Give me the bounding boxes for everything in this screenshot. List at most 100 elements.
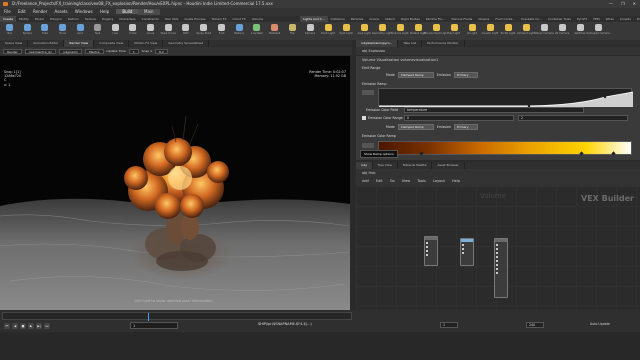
net-menu-go[interactable]: Go xyxy=(390,179,395,183)
tab-render-view[interactable]: Render View xyxy=(64,40,95,47)
shelf-tool-button[interactable]: Spray Paint xyxy=(196,24,211,40)
stop-button[interactable]: ■ xyxy=(20,323,26,329)
shelf-tool-button[interactable]: L-System xyxy=(251,24,263,40)
left-shelf-tab[interactable]: Hair Utils xyxy=(162,16,182,22)
right-shelf-tab[interactable]: Crowds xyxy=(617,16,634,22)
shelf-tool-button[interactable]: Sphere xyxy=(22,24,34,40)
right-shelf-tab[interactable]: FEM xyxy=(590,16,602,22)
tab-tree-view[interactable]: Tree View xyxy=(373,162,398,169)
shelf-tool-button[interactable]: Distant Light xyxy=(410,24,426,40)
right-shelf-tab[interactable]: Particle Flu... xyxy=(423,16,448,22)
net-menu-tools[interactable]: Tools xyxy=(417,179,426,183)
tab-motion-fx-view[interactable]: Motion FX View xyxy=(129,40,164,47)
emission-float-ramp[interactable] xyxy=(378,88,634,108)
auto-update-toggle[interactable]: Auto Update xyxy=(590,322,610,326)
ramp-options-button[interactable] xyxy=(362,90,374,95)
color-range-checkbox[interactable] xyxy=(362,116,366,120)
shelf-tool-button[interactable]: Camera xyxy=(304,24,316,40)
right-shelf-tab[interactable]: Lights and C... xyxy=(300,16,328,22)
jump-start-button[interactable]: ⏮ xyxy=(4,323,10,329)
shelf-tool-button[interactable]: Spot Light xyxy=(339,24,353,40)
tab-take-list[interactable]: Take List xyxy=(398,40,423,47)
shelf-tool-button[interactable]: Line xyxy=(109,24,121,40)
shelf-tool-button[interactable]: Geometry Light xyxy=(372,24,392,40)
right-shelf-tab[interactable]: Vellum xyxy=(382,16,398,22)
render-button[interactable]: Render xyxy=(3,48,22,54)
color-field-input[interactable]: temperature xyxy=(404,107,584,113)
shelf-tool-button[interactable]: Ambient Light xyxy=(517,24,535,40)
shelf-tool-button[interactable]: Volume Light xyxy=(392,24,408,40)
net-menu-edit[interactable]: Edit xyxy=(376,179,383,183)
shelf-tool-button[interactable]: GI Light xyxy=(466,24,478,40)
tab-composite-view[interactable]: Composite View xyxy=(94,40,130,47)
shelf-tool-button[interactable]: Area Light xyxy=(357,24,371,40)
right-shelf-tab[interactable]: PyroFX xyxy=(574,16,590,22)
right-shelf-tab[interactable]: Rigid Bodies xyxy=(398,16,423,22)
main-shelf-selector[interactable]: Main xyxy=(138,9,160,15)
right-shelf-tab[interactable]: Particles xyxy=(348,16,367,22)
net-menu-add[interactable]: Add xyxy=(362,179,369,183)
left-shelf-tab[interactable]: Rigging xyxy=(99,16,116,22)
menu-edit[interactable]: Edit xyxy=(18,9,26,14)
emission-menu[interactable]: Primary xyxy=(453,72,478,78)
shelf-tool-button[interactable]: Gamepad Camera xyxy=(586,24,610,40)
left-shelf-tab[interactable]: Characters xyxy=(116,16,138,22)
shelf-tool-button[interactable]: Environment Light xyxy=(424,24,448,40)
menu-help[interactable]: Help xyxy=(100,9,109,14)
tab-performance-monitor[interactable]: Performance Monitor xyxy=(422,40,465,47)
right-shelf-tab[interactable]: Grains xyxy=(366,16,382,22)
current-frame-marker[interactable] xyxy=(148,313,149,321)
maximize-button[interactable]: ❐ xyxy=(621,0,625,8)
render-viewport[interactable]: Snap 1[1] 1286x720 C x: 1 Render Time: 0… xyxy=(0,56,350,310)
right-shelf-tab[interactable]: Viscous Fluids xyxy=(448,16,475,22)
vop-output-node[interactable] xyxy=(494,238,508,298)
current-frame-field[interactable]: 1 xyxy=(130,322,178,329)
shelf-tool-button[interactable]: Path xyxy=(180,24,192,40)
shelf-tool-button[interactable]: Circle xyxy=(127,24,139,40)
close-button[interactable]: ✕ xyxy=(633,0,636,8)
shelf-tool-button[interactable]: Sky Light xyxy=(448,24,460,40)
shelf-tool-button[interactable]: Font xyxy=(216,24,228,40)
shelf-tool-button[interactable]: VR Camera xyxy=(555,24,569,40)
right-shelf-tab[interactable]: Fluid Conta... xyxy=(492,16,518,22)
right-shelf-tab[interactable]: Collisions xyxy=(328,16,348,22)
color-ramp-options-button[interactable] xyxy=(362,143,374,148)
snap-field[interactable]: 8.2 xyxy=(155,48,168,54)
tab-obj-network[interactable]: /obj xyxy=(356,162,373,169)
shelf-tool-button[interactable]: Metaball xyxy=(269,24,281,40)
update-time-field[interactable]: 1 xyxy=(128,48,139,54)
left-shelf-tab[interactable]: Volume xyxy=(249,16,266,22)
right-shelf-tab[interactable]: Wires xyxy=(603,16,617,22)
menu-render[interactable]: Render xyxy=(33,9,47,14)
tab-geometry-spreadsheet[interactable]: Geometry Spreadsheet xyxy=(163,40,210,47)
step-forward-button[interactable]: ▶| xyxy=(36,323,42,329)
left-shelf-tab[interactable]: Constraints xyxy=(139,16,162,22)
tab-asset-browser[interactable]: Asset Browser xyxy=(432,162,465,169)
shelf-tool-button[interactable]: Box xyxy=(4,24,16,40)
minimize-button[interactable]: — xyxy=(609,0,613,8)
camera-menu[interactable]: /obj/cam1 xyxy=(59,48,82,54)
color-range-max[interactable]: 2 xyxy=(518,115,628,121)
desktop-build-selector[interactable]: Build xyxy=(116,9,139,14)
network-path-bar[interactable]: obj Hub xyxy=(356,169,640,177)
right-shelf-tab[interactable]: Drive Simu... xyxy=(634,16,640,22)
tab-parameters[interactable]: /obj/explosion/pyro... xyxy=(356,40,399,47)
color-range-min[interactable]: 0 xyxy=(404,115,514,121)
shelf-tool-button[interactable]: Draw Curve xyxy=(161,24,176,40)
right-shelf-tab[interactable]: Oceans xyxy=(475,16,492,22)
left-shelf-tab[interactable]: Modify xyxy=(16,16,32,22)
shelf-tool-button[interactable]: Caustic Light xyxy=(482,24,498,40)
left-shelf-tab[interactable]: Guide Process xyxy=(181,16,208,22)
emission-color-ramp[interactable] xyxy=(378,141,632,155)
shelf-tool-button[interactable]: Null xyxy=(92,24,104,40)
shelf-tool-button[interactable]: Platonic xyxy=(233,24,245,40)
left-shelf-tab[interactable]: Model xyxy=(32,16,47,22)
menu-file[interactable]: File xyxy=(4,9,11,14)
vop-node[interactable] xyxy=(460,238,474,266)
network-editor-canvas[interactable]: VEX Builder Volume xyxy=(356,186,640,310)
shelf-tool-button[interactable]: Tube xyxy=(39,24,51,40)
shelf-tool-button[interactable]: Stereo Camera xyxy=(534,24,554,40)
right-shelf-tab[interactable]: Populate Co... xyxy=(518,16,545,22)
shelf-tool-button[interactable]: Switcher xyxy=(574,24,586,40)
shelf-tool-button[interactable]: Grid xyxy=(74,24,86,40)
